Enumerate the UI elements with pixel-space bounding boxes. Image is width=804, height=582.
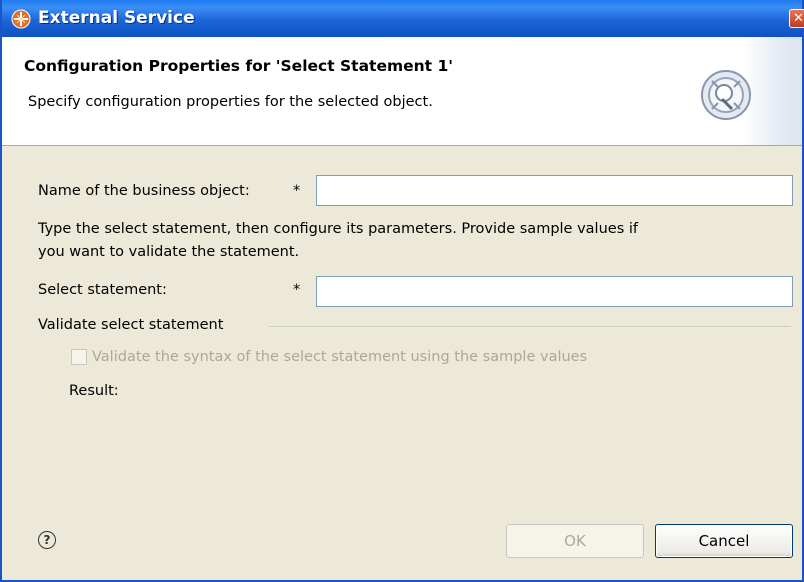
ok-button[interactable]: OK <box>506 524 644 558</box>
close-button[interactable]: ✕ <box>789 9 804 28</box>
business-object-input[interactable] <box>316 175 793 206</box>
select-statement-required-marker: * <box>293 282 301 298</box>
wizard-gear-icon <box>701 70 751 120</box>
validate-group-label: Validate select statement <box>38 317 224 333</box>
group-divider <box>269 326 791 327</box>
help-glyph: ? <box>43 533 51 547</box>
help-icon[interactable]: ? <box>38 531 56 549</box>
select-statement-label: Select statement: <box>38 282 167 298</box>
business-object-required-marker: * <box>293 183 301 199</box>
close-icon: ✕ <box>793 11 804 26</box>
instructions-line-2: you want to validate the statement. <box>38 244 300 260</box>
title-bar[interactable]: External Service ✕ <box>2 0 804 37</box>
result-label: Result: <box>69 383 119 399</box>
wizard-header: Configuration Properties for 'Select Sta… <box>2 37 802 146</box>
validate-checkbox[interactable] <box>71 349 87 365</box>
app-icon <box>11 9 31 29</box>
external-service-dialog: External Service ✕ Configuration Propert… <box>0 0 804 582</box>
business-object-label: Name of the business object: <box>38 183 250 199</box>
cancel-button[interactable]: Cancel <box>655 524 793 558</box>
page-description: Specify configuration properties for the… <box>28 94 433 110</box>
window-title: External Service <box>38 8 195 28</box>
page-title: Configuration Properties for 'Select Sta… <box>24 57 454 75</box>
validate-checkbox-label[interactable]: Validate the syntax of the select statem… <box>92 349 587 365</box>
instructions-line-1: Type the select statement, then configur… <box>38 221 638 237</box>
select-statement-input[interactable] <box>316 276 793 307</box>
